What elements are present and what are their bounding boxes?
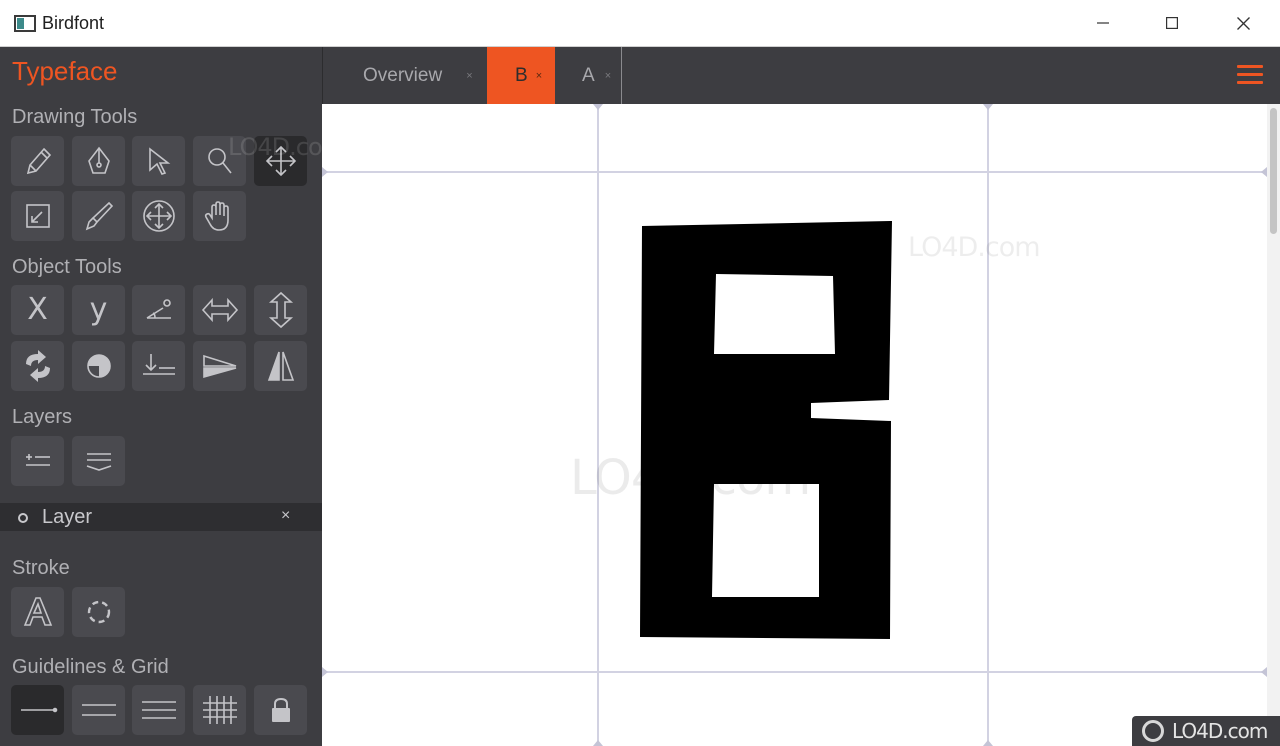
point-tool-icon [87, 146, 110, 174]
add-layer-button[interactable] [11, 436, 64, 486]
watermark-text-center: LO4D.com [570, 450, 811, 506]
maximize-button[interactable] [1149, 4, 1195, 42]
section-object-tools: Object Tools [12, 256, 122, 278]
section-stroke: Stroke [12, 557, 70, 579]
stroke-icon [23, 597, 52, 626]
fill-icon [86, 354, 111, 378]
minimize-button[interactable] [1080, 4, 1126, 42]
tab-a-label: A [582, 64, 595, 86]
layers-list-icon [86, 453, 111, 471]
tab-b-close[interactable]: × [536, 70, 542, 82]
circle-stroke-icon [87, 600, 110, 624]
pen-icon [26, 147, 51, 175]
select-tool-button[interactable] [132, 136, 185, 186]
hand-tool-button[interactable] [193, 191, 246, 241]
skew-button[interactable] [193, 341, 246, 391]
close-icon [1236, 16, 1250, 30]
double-guideline-button[interactable] [72, 685, 125, 735]
tab-overview-close[interactable]: × [466, 70, 472, 82]
tab-b-label: B [515, 64, 528, 86]
y-label: y [89, 292, 108, 327]
x-label: X [27, 292, 48, 327]
reverse-path-button[interactable] [11, 341, 64, 391]
grid-icon [202, 696, 237, 724]
section-guidelines-grid: Guidelines & Grid [12, 656, 169, 678]
guideline-button[interactable] [11, 685, 64, 735]
grid-button[interactable] [193, 685, 246, 735]
tab-overview-label: Overview [363, 64, 443, 86]
rotate-angle-icon [146, 299, 171, 319]
layer-row[interactable]: Layer × [0, 503, 322, 531]
flip-horizontal-button[interactable] [193, 285, 246, 335]
fill-button[interactable] [72, 341, 125, 391]
layers-list-button[interactable] [72, 436, 125, 486]
resize-tool-button[interactable] [11, 191, 64, 241]
birdfont-app-icon [14, 15, 36, 32]
maximize-icon [1166, 17, 1178, 29]
guideline-icon [20, 707, 57, 713]
point-tool-button[interactable] [72, 136, 125, 186]
triple-guideline-button[interactable] [132, 685, 185, 735]
hamburger-menu-icon[interactable] [1237, 65, 1263, 85]
triple-guideline-icon [141, 701, 176, 719]
section-drawing-tools: Drawing Tools [12, 106, 138, 128]
pen-tool-button[interactable] [11, 136, 64, 186]
mirror-button[interactable] [254, 341, 307, 391]
minimize-icon [1097, 22, 1109, 24]
tab-bar: Overview × B × A × [322, 47, 1280, 104]
glyph-canvas[interactable]: LO4D.com LO4D.com [322, 104, 1267, 746]
stroke-button[interactable] [11, 587, 64, 637]
rotate-angle-button[interactable] [132, 285, 185, 335]
baseline-icon [142, 354, 175, 375]
tool-sidebar: Typeface Drawing Tools Object Tools X y [0, 47, 345, 746]
tab-separator [621, 47, 622, 104]
flip-horizontal-icon [201, 297, 238, 323]
watermark-logo-icon [1142, 720, 1164, 742]
remove-layer-button[interactable]: × [281, 507, 290, 525]
mirror-icon [267, 351, 294, 381]
tab-overview[interactable]: Overview × [363, 47, 473, 104]
window-titlebar: Birdfont [0, 0, 1280, 47]
canvas-scrollbar[interactable] [1267, 104, 1280, 746]
tab-a-close[interactable]: × [605, 70, 611, 82]
move-point-icon [142, 200, 175, 232]
y-position-button[interactable]: y [72, 285, 125, 335]
glyph-canvas-svg[interactable] [322, 104, 1267, 746]
select-arrow-icon [148, 147, 170, 175]
add-layer-icon [25, 454, 50, 466]
layer-name: Layer [42, 506, 93, 528]
x-position-button[interactable]: X [11, 285, 64, 335]
layer-visibility-icon[interactable] [18, 513, 28, 523]
window-title: Birdfont [42, 13, 105, 33]
glyph-b-outline[interactable] [640, 221, 892, 639]
skew-icon [202, 354, 236, 379]
flip-vertical-icon [268, 291, 293, 329]
reverse-path-icon [25, 350, 50, 382]
double-guideline-icon [81, 704, 116, 716]
section-layers: Layers [12, 406, 73, 428]
tab-b[interactable]: B × [487, 47, 555, 104]
watermark-badge: LO4D.com [1132, 716, 1280, 746]
lock-guides-button[interactable] [254, 685, 307, 735]
tab-a[interactable]: A × [582, 47, 611, 104]
typeface-label: Typeface [12, 56, 118, 86]
watermark-badge-text: LO4D.com [1172, 719, 1268, 743]
hand-icon [204, 201, 229, 231]
flip-vertical-button[interactable] [254, 285, 307, 335]
lock-icon [271, 697, 290, 722]
move-point-tool-button[interactable] [132, 191, 185, 241]
resize-icon [25, 204, 50, 228]
watermark-text-canvas: LO4D.com [908, 232, 1041, 263]
circle-stroke-button[interactable] [72, 587, 125, 637]
baseline-button[interactable] [132, 341, 185, 391]
brush-tool-button[interactable] [72, 191, 125, 241]
close-window-button[interactable] [1220, 4, 1266, 42]
brush-icon [85, 201, 113, 231]
scrollbar-thumb[interactable] [1270, 108, 1277, 234]
